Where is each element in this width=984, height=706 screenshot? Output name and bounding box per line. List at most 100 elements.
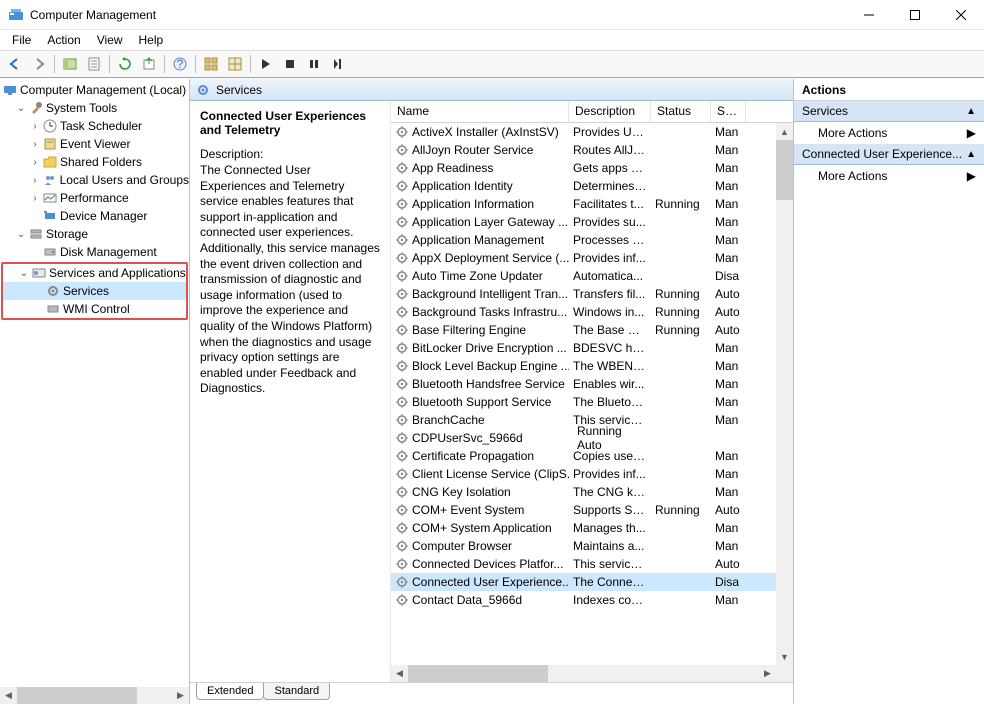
service-row[interactable]: CDPUserSvc_5966dRunningAuto [391, 429, 793, 447]
actions-panel: Actions Services ▲ More Actions ▶ Connec… [794, 79, 984, 704]
scroll-right-button[interactable]: ▶ [759, 665, 776, 682]
highlight-box: ⌄Services and Applications Services WMI … [1, 262, 188, 320]
view-grid-button[interactable] [200, 53, 222, 75]
service-row[interactable]: Client License Service (ClipS...Provides… [391, 465, 793, 483]
service-row[interactable]: Base Filtering EngineThe Base Fil...Runn… [391, 321, 793, 339]
tree-system-tools[interactable]: ⌄ System Tools [0, 99, 189, 117]
expand-icon[interactable]: › [28, 193, 42, 204]
actions-more-selected[interactable]: More Actions ▶ [794, 165, 984, 187]
col-status[interactable]: Status [651, 101, 711, 122]
service-row[interactable]: Background Intelligent Tran...Transfers … [391, 285, 793, 303]
menu-help[interactable]: Help [131, 31, 172, 49]
tree-performance[interactable]: ›Performance [0, 189, 189, 207]
service-row[interactable]: CNG Key IsolationThe CNG ke...Man [391, 483, 793, 501]
tab-extended[interactable]: Extended [196, 683, 264, 700]
tree-device-manager[interactable]: Device Manager [0, 207, 189, 225]
actions-more-services[interactable]: More Actions ▶ [794, 122, 984, 144]
maximize-button[interactable] [892, 0, 938, 30]
back-button[interactable] [4, 53, 26, 75]
service-row[interactable]: COM+ System ApplicationManages th...Man [391, 519, 793, 537]
service-row[interactable]: Bluetooth Handsfree ServiceEnables wir..… [391, 375, 793, 393]
service-row[interactable]: Bluetooth Support ServiceThe Bluetoo...M… [391, 393, 793, 411]
service-row[interactable]: AppX Deployment Service (...Provides inf… [391, 249, 793, 267]
service-row[interactable]: Background Tasks Infrastru...Windows in.… [391, 303, 793, 321]
actions-section-services[interactable]: Services ▲ [794, 101, 984, 122]
view-list-button[interactable] [224, 53, 246, 75]
tab-standard[interactable]: Standard [263, 683, 330, 700]
expand-icon[interactable]: › [28, 139, 42, 150]
stop-button[interactable] [279, 53, 301, 75]
gear-icon [395, 413, 409, 427]
tree-services-apps[interactable]: ⌄Services and Applications [3, 264, 186, 282]
tree-wmi-control[interactable]: WMI Control [3, 300, 186, 318]
pause-button[interactable] [303, 53, 325, 75]
list-vscroll[interactable]: ▲ ▼ [776, 123, 793, 665]
forward-button[interactable] [28, 53, 50, 75]
service-row[interactable]: Certificate PropagationCopies user ...Ma… [391, 447, 793, 465]
tree-storage[interactable]: ⌄Storage [0, 225, 189, 243]
service-row[interactable]: Application InformationFacilitates t...R… [391, 195, 793, 213]
menu-action[interactable]: Action [39, 31, 88, 49]
scroll-thumb[interactable] [776, 140, 793, 200]
properties-button[interactable] [83, 53, 105, 75]
service-row[interactable]: AllJoyn Router ServiceRoutes AllJo...Man [391, 141, 793, 159]
scroll-right-button[interactable]: ▶ [172, 687, 189, 704]
service-row[interactable]: Block Level Backup Engine ...The WBENG..… [391, 357, 793, 375]
col-startup[interactable]: Start... [711, 101, 746, 122]
col-name[interactable]: Name [391, 101, 569, 122]
collapse-icon[interactable]: ⌄ [14, 103, 28, 114]
minimize-button[interactable] [846, 0, 892, 30]
tree-root[interactable]: Computer Management (Local) [0, 81, 189, 99]
close-button[interactable] [938, 0, 984, 30]
scroll-thumb[interactable] [17, 687, 137, 704]
tree-label: Device Manager [60, 209, 147, 223]
service-row[interactable]: Connected User Experience...The Connec..… [391, 573, 793, 591]
tree-shared-folders[interactable]: ›Shared Folders [0, 153, 189, 171]
collapse-icon[interactable]: ⌄ [14, 229, 28, 240]
service-row[interactable]: ActiveX Installer (AxInstSV)Provides Us.… [391, 123, 793, 141]
service-row[interactable]: Connected Devices Platfor...This service… [391, 555, 793, 573]
col-description[interactable]: Description [569, 101, 651, 122]
refresh-button[interactable] [114, 53, 136, 75]
scroll-thumb[interactable] [408, 665, 548, 682]
service-row[interactable]: Computer BrowserMaintains a...Man [391, 537, 793, 555]
expand-icon[interactable]: › [28, 175, 42, 186]
menu-view[interactable]: View [89, 31, 131, 49]
service-row[interactable]: Auto Time Zone UpdaterAutomatica...Disa [391, 267, 793, 285]
service-row[interactable]: Application IdentityDetermines ...Man [391, 177, 793, 195]
tree-services[interactable]: Services [3, 282, 186, 300]
play-button[interactable] [255, 53, 277, 75]
service-desc: Routes AllJo... [569, 143, 651, 157]
titlebar: Computer Management [0, 0, 984, 30]
show-hide-button[interactable] [59, 53, 81, 75]
help-button[interactable]: ? [169, 53, 191, 75]
scroll-up-button[interactable]: ▲ [776, 123, 793, 140]
gear-icon [395, 305, 409, 319]
scroll-left-button[interactable]: ◀ [391, 665, 408, 682]
service-row[interactable]: Application Layer Gateway ...Provides su… [391, 213, 793, 231]
service-row[interactable]: BitLocker Drive Encryption ...BDESVC hos… [391, 339, 793, 357]
list-hscroll[interactable]: ◀ ▶ [391, 665, 793, 682]
scroll-left-button[interactable]: ◀ [0, 687, 17, 704]
service-row[interactable]: Application ManagementProcesses in...Man [391, 231, 793, 249]
service-desc: Manages th... [569, 521, 651, 535]
actions-section-selected[interactable]: Connected User Experience... ▲ [794, 144, 984, 165]
tree-hscroll[interactable]: ◀ ▶ [0, 687, 189, 704]
expand-icon[interactable]: › [28, 157, 42, 168]
tree-local-users[interactable]: ›Local Users and Groups [0, 171, 189, 189]
restart-button[interactable] [327, 53, 349, 75]
tree-disk-management[interactable]: Disk Management [0, 243, 189, 261]
service-startup: Man [711, 215, 746, 229]
menu-file[interactable]: File [4, 31, 39, 49]
expand-icon[interactable]: › [28, 121, 42, 132]
tree-event-viewer[interactable]: ›Event Viewer [0, 135, 189, 153]
service-row[interactable]: Contact Data_5966dIndexes con...Man [391, 591, 793, 609]
service-row[interactable]: App ReadinessGets apps re...Man [391, 159, 793, 177]
service-row[interactable]: COM+ Event SystemSupports Sy...RunningAu… [391, 501, 793, 519]
service-startup: Auto [711, 287, 746, 301]
service-name: AllJoyn Router Service [412, 143, 533, 157]
scroll-down-button[interactable]: ▼ [776, 648, 793, 665]
collapse-icon[interactable]: ⌄ [17, 268, 31, 279]
tree-task-scheduler[interactable]: ›Task Scheduler [0, 117, 189, 135]
export-button[interactable] [138, 53, 160, 75]
